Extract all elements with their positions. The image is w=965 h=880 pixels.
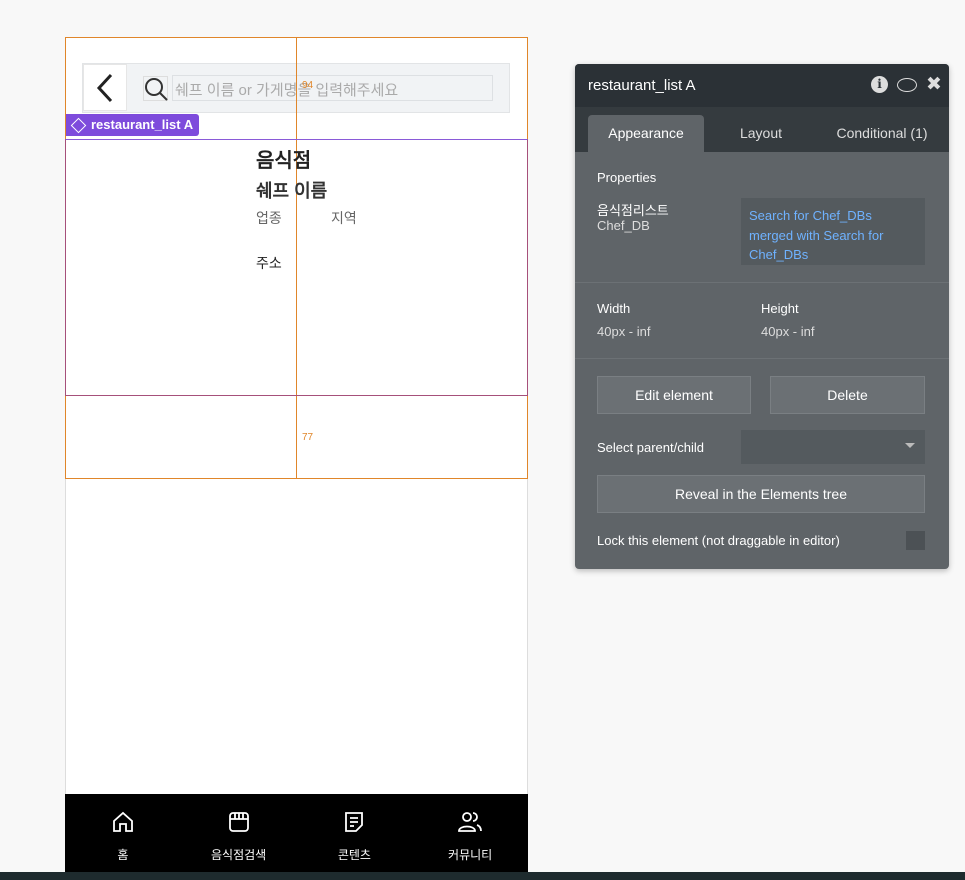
height-value: 40px - inf	[761, 324, 815, 339]
property-type: Chef_DB	[597, 218, 650, 233]
select-parent-dropdown[interactable]	[741, 430, 925, 464]
nav-contents[interactable]: 콘텐츠	[297, 794, 413, 872]
select-parent-label: Select parent/child	[597, 440, 704, 455]
element-tag-label: restaurant_list A	[91, 117, 194, 132]
community-icon	[458, 812, 483, 832]
properties-heading: Properties	[597, 170, 657, 185]
tab-layout[interactable]: Layout	[720, 115, 802, 152]
nav-label: 음식점검색	[211, 848, 267, 862]
nav-label: 홈	[117, 848, 129, 862]
document-icon	[345, 812, 364, 832]
bottom-nav: 홈 음식점검색 콘텐츠 커뮤니티	[65, 794, 528, 872]
category-text: 업종	[256, 210, 282, 226]
nav-restaurant-search[interactable]: 음식점검색	[181, 794, 297, 872]
chef-name: 쉐프 이름	[256, 181, 328, 201]
lock-element-label: Lock this element (not draggable in edit…	[597, 533, 840, 548]
nav-home[interactable]: 홈	[65, 794, 181, 872]
comment-icon[interactable]	[897, 78, 917, 92]
region-text: 지역	[331, 210, 357, 226]
nav-community[interactable]: 커뮤니티	[412, 794, 528, 872]
home-icon	[112, 811, 133, 832]
panel-tabs: Appearance Layout Conditional (1)	[575, 107, 949, 152]
property-editor-panel: restaurant_list A i ✖ Appearance Layout …	[575, 64, 949, 569]
reveal-elements-tree-button[interactable]: Reveal in the Elements tree	[597, 475, 925, 513]
dropdown-arrow-icon	[905, 443, 915, 453]
restaurant-name: 음식점	[256, 150, 312, 172]
delete-button[interactable]: Delete	[770, 376, 925, 414]
bottom-status-bar	[0, 872, 965, 880]
element-tag[interactable]: restaurant_list A	[66, 114, 200, 136]
tab-appearance[interactable]: Appearance	[588, 115, 704, 152]
distance-label-top: 94	[302, 80, 314, 91]
panel-title: restaurant_list A	[588, 77, 696, 94]
edit-element-button[interactable]: Edit element	[597, 376, 751, 414]
distance-label-bottom: 77	[302, 432, 314, 443]
address-text: 주소	[256, 255, 282, 271]
info-icon[interactable]: i	[871, 76, 888, 93]
close-icon[interactable]: ✖	[926, 73, 942, 96]
divider	[575, 358, 949, 359]
property-name: 음식점리스트	[597, 203, 669, 218]
tab-conditional[interactable]: Conditional (1)	[820, 115, 944, 152]
lock-element-checkbox[interactable]	[906, 531, 925, 550]
width-value: 40px - inf	[597, 324, 651, 339]
property-value-expression[interactable]: Search for Chef_DBs merged with Search f…	[741, 198, 925, 265]
panel-header[interactable]: restaurant_list A	[575, 64, 949, 107]
diamond-icon	[70, 117, 87, 134]
height-label: Height	[761, 301, 799, 316]
width-label: Width	[597, 301, 631, 316]
store-icon	[228, 812, 249, 832]
nav-label: 콘텐츠	[337, 848, 371, 862]
nav-label: 커뮤니티	[448, 848, 493, 862]
divider	[575, 282, 949, 283]
